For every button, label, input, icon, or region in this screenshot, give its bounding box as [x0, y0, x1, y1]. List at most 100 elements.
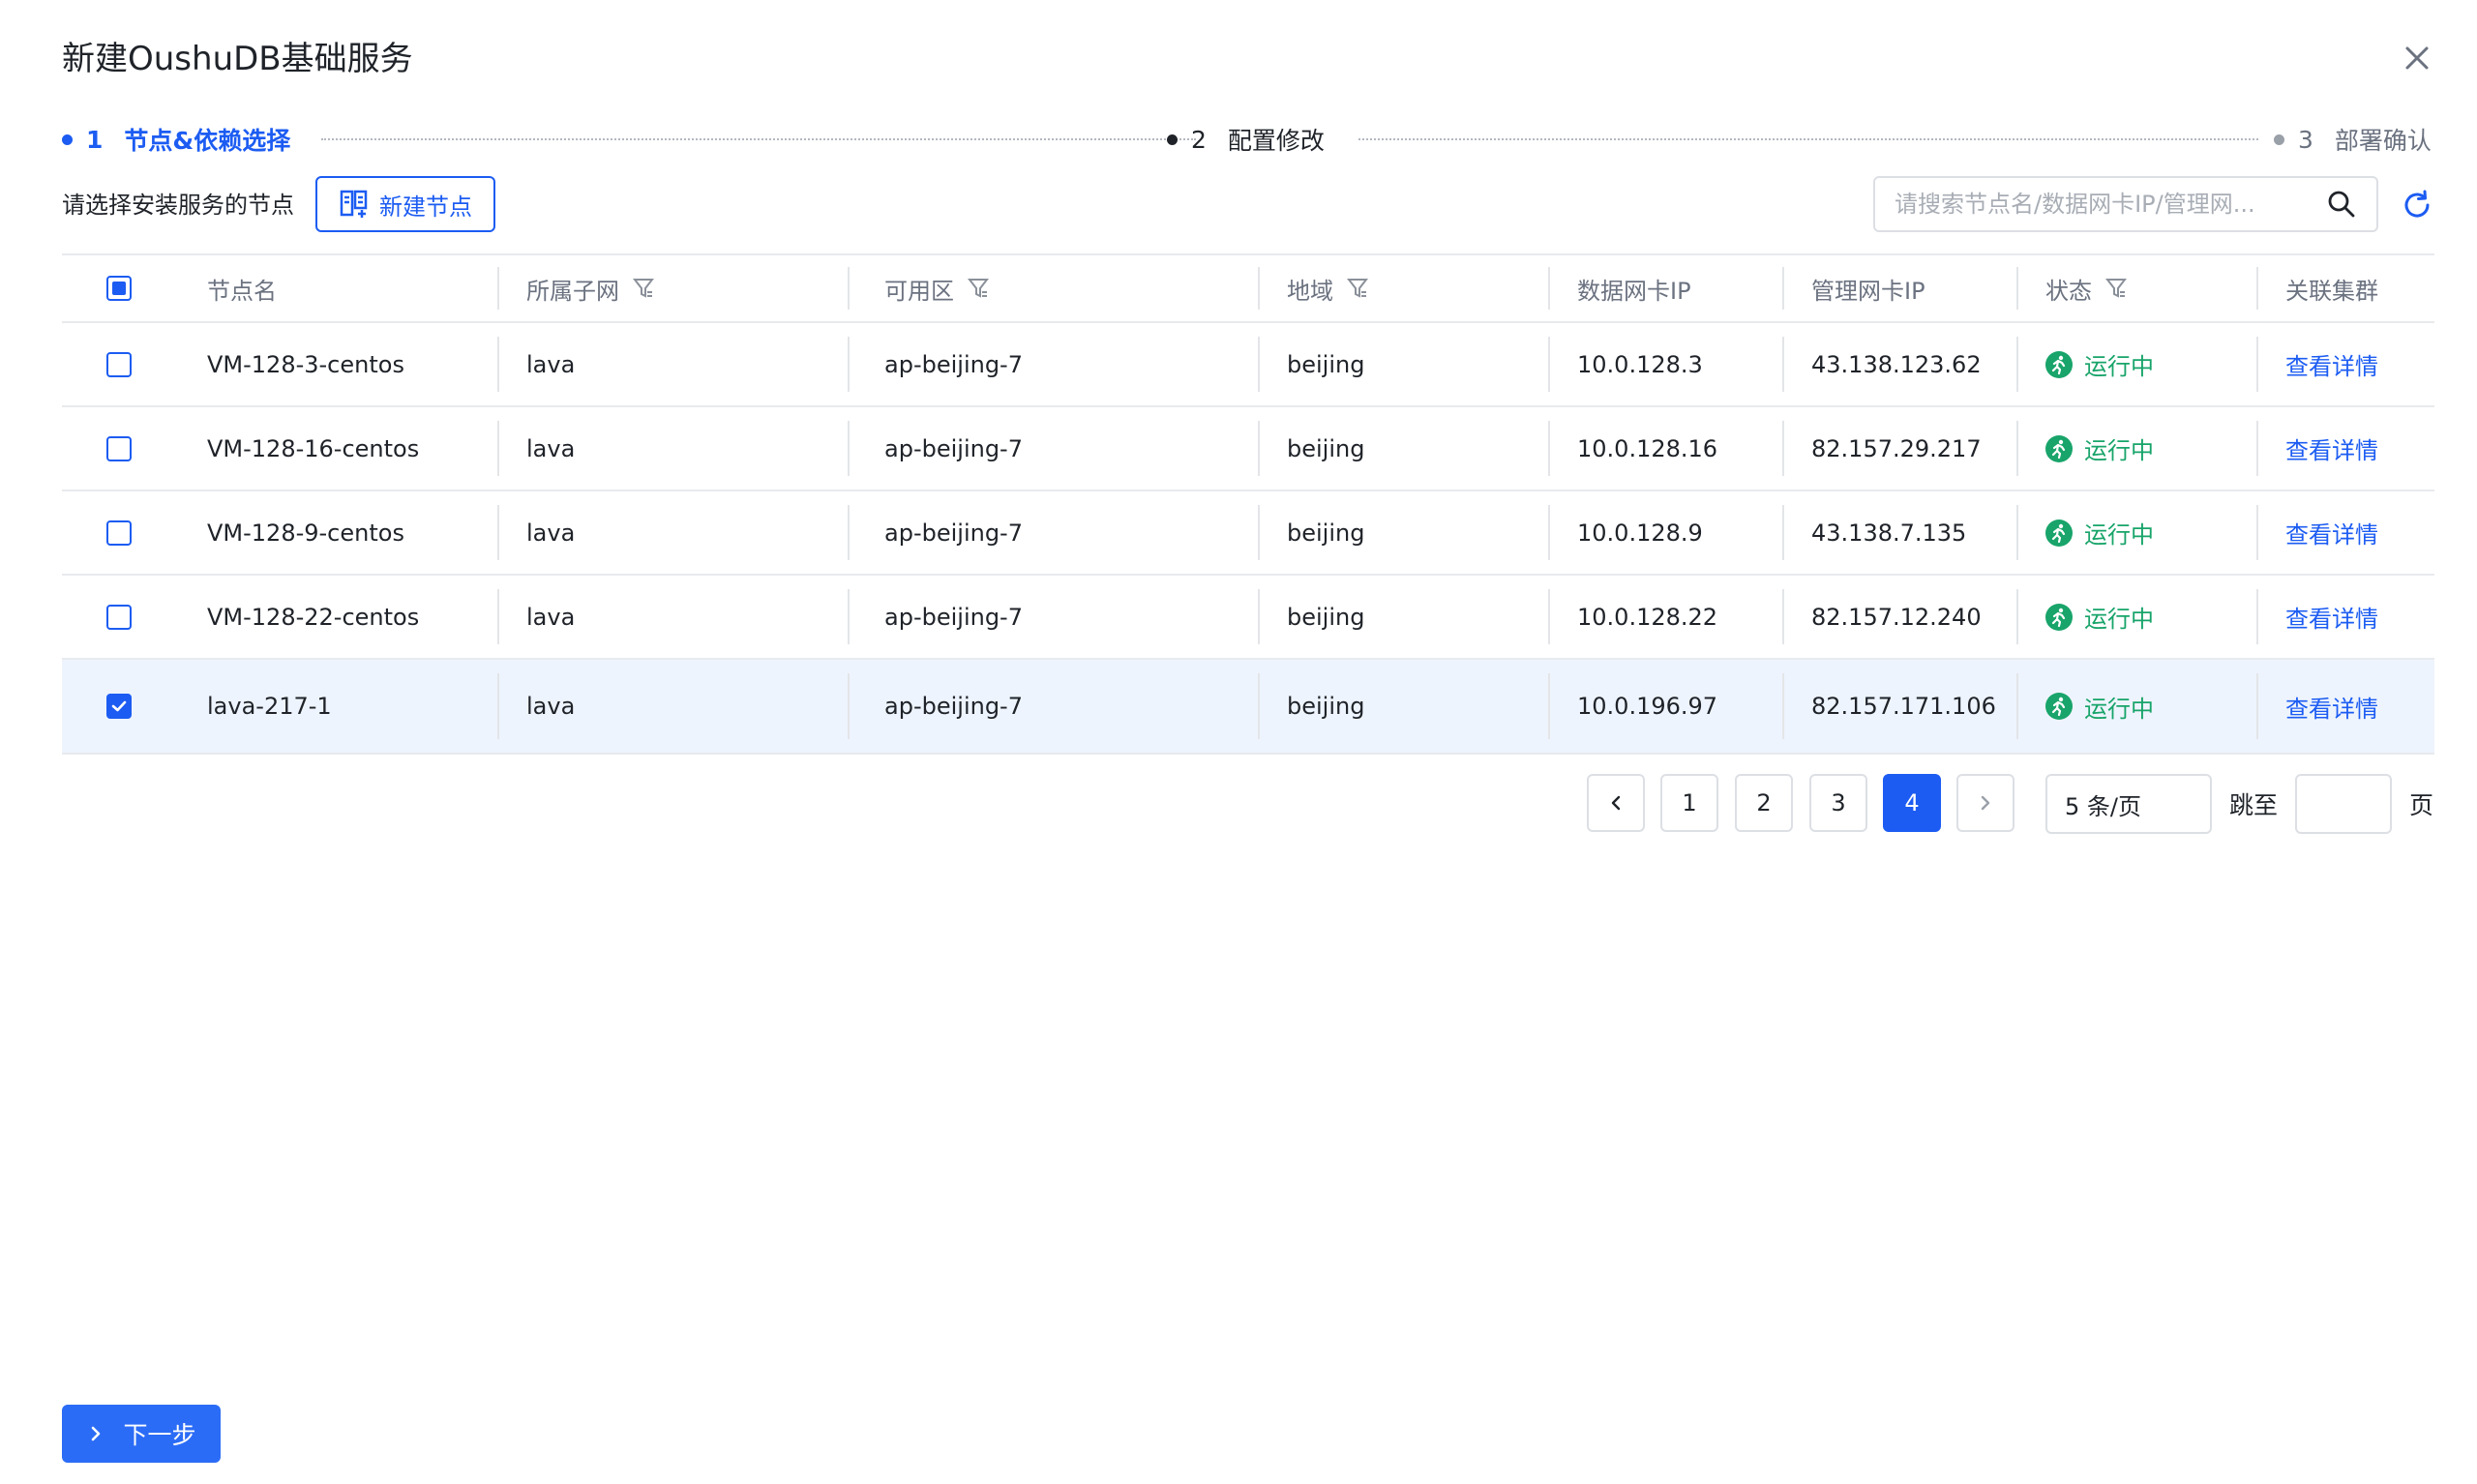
select-node-label: 请选择安装服务的节点	[62, 192, 294, 219]
step-connector	[321, 138, 1196, 140]
column-divider[interactable]	[1258, 267, 1260, 310]
cell-data-ip: 10.0.128.22	[1577, 603, 1718, 631]
column-divider	[497, 337, 499, 392]
column-divider	[497, 589, 499, 644]
col-node-name: 节点名	[207, 255, 277, 321]
jump-page-input[interactable]	[2295, 774, 2392, 834]
row-checkbox[interactable]	[106, 604, 132, 630]
column-divider	[497, 505, 499, 560]
status-text: 运行中	[2084, 695, 2154, 723]
column-divider[interactable]	[848, 267, 850, 310]
row-checkbox[interactable]	[106, 519, 132, 546]
col-region: 地域	[1287, 255, 1368, 321]
column-divider	[497, 673, 499, 739]
close-icon[interactable]	[2398, 39, 2436, 77]
step-connector	[1358, 138, 2258, 140]
table-row[interactable]: VM-128-22-centos lava ap-beijing-7 beiji…	[62, 576, 2434, 660]
column-divider	[1258, 337, 1260, 392]
row-select-cell	[106, 660, 132, 753]
search-input[interactable]	[1895, 191, 2326, 218]
select-all-checkbox[interactable]	[106, 276, 132, 301]
cell-subnet: lava	[526, 603, 576, 631]
column-divider	[1782, 421, 1784, 476]
column-divider	[1548, 421, 1550, 476]
page-button-3[interactable]: 3	[1809, 774, 1867, 832]
filter-icon[interactable]	[633, 277, 654, 300]
table-row[interactable]: VM-128-9-centos lava ap-beijing-7 beijin…	[62, 491, 2434, 576]
col-label: 关联集群	[2285, 277, 2378, 305]
column-divider[interactable]	[1782, 267, 1784, 310]
column-divider	[2016, 673, 2018, 739]
column-divider	[1782, 673, 1784, 739]
view-details-link[interactable]: 查看详情	[2285, 660, 2378, 753]
cell-zone: ap-beijing-7	[884, 693, 1023, 720]
step-number: 2	[1191, 125, 1207, 154]
cell-region: beijing	[1287, 350, 1365, 378]
table-row[interactable]: VM-128-16-centos lava ap-beijing-7 beiji…	[62, 407, 2434, 491]
jump-label: 跳至	[2229, 791, 2279, 819]
view-details-link[interactable]: 查看详情	[2285, 491, 2378, 574]
cell-node-name: VM-128-3-centos	[207, 350, 404, 378]
pagination: 1 2 3 4 5 条/页 跳至 页	[0, 774, 2477, 834]
cell-node-name: VM-128-16-centos	[207, 434, 420, 462]
page-button-4[interactable]: 4	[1883, 774, 1941, 832]
row-checkbox[interactable]	[106, 435, 132, 461]
chevron-left-icon	[1611, 795, 1621, 811]
column-divider	[1548, 589, 1550, 644]
col-label: 地域	[1287, 277, 1333, 305]
col-label: 所属子网	[526, 277, 619, 305]
cell-data-ip: 10.0.128.16	[1577, 434, 1718, 462]
column-divider	[2256, 337, 2258, 392]
row-checkbox[interactable]	[106, 694, 132, 719]
cell-subnet: lava	[526, 350, 576, 378]
col-label: 管理网卡IP	[1811, 277, 1925, 305]
page-button-1[interactable]: 1	[1660, 774, 1718, 832]
column-divider[interactable]	[2016, 267, 2018, 310]
next-step-button[interactable]: 下一步	[62, 1405, 221, 1463]
column-divider[interactable]	[497, 267, 499, 310]
step-2[interactable]: 2 配置修改	[1167, 120, 1325, 159]
page-size-select[interactable]: 5 条/页	[2045, 774, 2212, 834]
col-label: 节点名	[207, 277, 277, 305]
row-select-cell	[106, 491, 132, 574]
status-text: 运行中	[2084, 437, 2154, 464]
column-divider	[2016, 589, 2018, 644]
view-details-link[interactable]: 查看详情	[2285, 576, 2378, 658]
column-divider[interactable]	[2256, 267, 2258, 310]
table-row[interactable]: lava-217-1 lava ap-beijing-7 beijing 10.…	[62, 660, 2434, 755]
new-node-button[interactable]: 新建节点	[315, 176, 495, 232]
page-button-2[interactable]: 2	[1735, 774, 1793, 832]
cell-node-name: VM-128-22-centos	[207, 603, 420, 631]
row-checkbox[interactable]	[106, 351, 132, 377]
cell-mgmt-ip: 82.157.171.106	[1811, 693, 1996, 720]
filter-icon[interactable]	[2105, 277, 2127, 300]
running-icon	[2045, 693, 2073, 720]
filter-icon[interactable]	[968, 277, 989, 300]
check-icon	[111, 700, 127, 712]
cell-status: 运行中	[2045, 407, 2154, 490]
column-divider	[2256, 673, 2258, 739]
cell-status: 运行中	[2045, 660, 2154, 753]
status-text: 运行中	[2084, 606, 2154, 633]
column-divider	[1258, 673, 1260, 739]
stepper: 1 节点&依赖选择 2 配置修改 3 部署确认	[62, 120, 2442, 159]
cell-status: 运行中	[2045, 576, 2154, 658]
next-page-button[interactable]	[1956, 774, 2014, 832]
table-header: 节点名 所属子网 可用区 地域 数据网卡IP 管理网卡IP 状态 关联集群	[62, 253, 2434, 323]
refresh-icon[interactable]	[2400, 188, 2434, 223]
column-divider	[2016, 505, 2018, 560]
cell-subnet: lava	[526, 519, 576, 547]
step-1[interactable]: 1 节点&依赖选择	[62, 120, 290, 159]
table-row[interactable]: VM-128-3-centos lava ap-beijing-7 beijin…	[62, 323, 2434, 407]
search-icon[interactable]	[2326, 189, 2357, 220]
cell-region: beijing	[1287, 603, 1365, 631]
step-3[interactable]: 3 部署确认	[2274, 120, 2432, 159]
prev-page-button[interactable]	[1587, 774, 1645, 832]
column-divider[interactable]	[1548, 267, 1550, 310]
column-divider	[1548, 337, 1550, 392]
cell-data-ip: 10.0.128.9	[1577, 519, 1703, 547]
filter-icon[interactable]	[1347, 277, 1368, 300]
view-details-link[interactable]: 查看详情	[2285, 407, 2378, 490]
view-details-link[interactable]: 查看详情	[2285, 323, 2378, 405]
cell-mgmt-ip: 43.138.7.135	[1811, 519, 1967, 547]
